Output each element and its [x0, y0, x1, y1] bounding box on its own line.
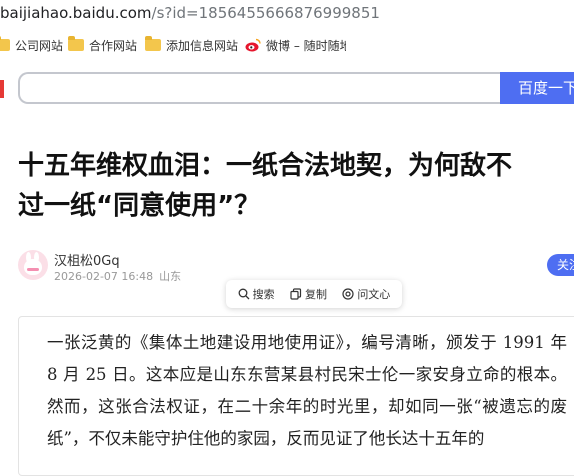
folder-icon: [68, 36, 84, 51]
article-title: 十五年维权血泪：一纸合法地契，为何敌不 过一纸“同意使用”？: [18, 146, 574, 226]
address-bar[interactable]: baijiahao.baidu.com/s?id=185645566687699…: [0, 0, 574, 28]
bookmark-item-company[interactable]: 公司网站: [0, 36, 63, 54]
avatar[interactable]: [18, 250, 48, 280]
search-icon: [238, 288, 250, 300]
url-text[interactable]: baijiahao.baidu.com/s?id=185645566687699…: [0, 4, 380, 22]
copy-icon: [290, 288, 302, 300]
baidu-logo-fragment: [0, 80, 4, 98]
publish-date: 2026-02-07 16:48: [54, 270, 154, 283]
toolbar-search-label: 搜索: [252, 288, 275, 301]
follow-button[interactable]: 关注: [547, 254, 574, 276]
folder-icon: [145, 36, 161, 51]
toolbar-ask-label: 问文心: [357, 288, 391, 301]
selection-toolbar: 搜索 复制 问文心: [226, 280, 402, 308]
search-bar-row: 百度一下: [0, 62, 574, 118]
url-host: baijiahao.baidu.com: [0, 4, 152, 22]
article-meta: 2026-02-07 16:48 山东: [54, 268, 187, 284]
toolbar-ask-button[interactable]: 问文心: [342, 286, 390, 302]
toolbar-copy-label: 复制: [304, 288, 327, 301]
bookmark-label: 合作网站: [89, 38, 138, 53]
bookmark-label: 公司网站: [15, 38, 64, 53]
bookmarks-bar: 公司网站 合作网站 添加信息网站 微博 – 随时随地 3852442718: [0, 28, 574, 80]
article-title-line2: 过一纸“同意使用”？: [18, 191, 261, 221]
toolbar-search-button[interactable]: 搜索: [238, 286, 275, 302]
wenxin-icon: [342, 288, 354, 300]
bookmark-item-partner[interactable]: 合作网站: [68, 36, 137, 54]
search-button[interactable]: 百度一下: [500, 72, 574, 104]
article-title-line1: 十五年维权血泪：一纸合法地契，为何敌不: [18, 151, 513, 181]
toolbar-copy-button[interactable]: 复制: [290, 286, 327, 302]
search-input[interactable]: [18, 72, 502, 104]
article-body: 一张泛黄的《集体土地建设用地使用证》，编号清晰，颁发于 1991 年 8 月 2…: [18, 316, 574, 476]
article-paragraph: 一张泛黄的《集体土地建设用地使用证》，编号清晰，颁发于 1991 年 8 月 2…: [47, 333, 567, 448]
weibo-icon: [245, 38, 261, 52]
bookmark-label: 添加信息网站: [166, 38, 239, 53]
author-name[interactable]: 汉柤松0Gq: [54, 250, 120, 269]
bookmark-item-add-info[interactable]: 添加信息网站: [145, 36, 238, 54]
bookmark-label: 微博 – 随时随地: [266, 38, 346, 53]
url-path: /s?id=1856455666876999851: [151, 4, 380, 22]
bookmark-item-weibo[interactable]: 微博 – 随时随地: [245, 36, 346, 54]
folder-icon: [0, 36, 10, 51]
publish-location: 山东: [159, 270, 182, 283]
